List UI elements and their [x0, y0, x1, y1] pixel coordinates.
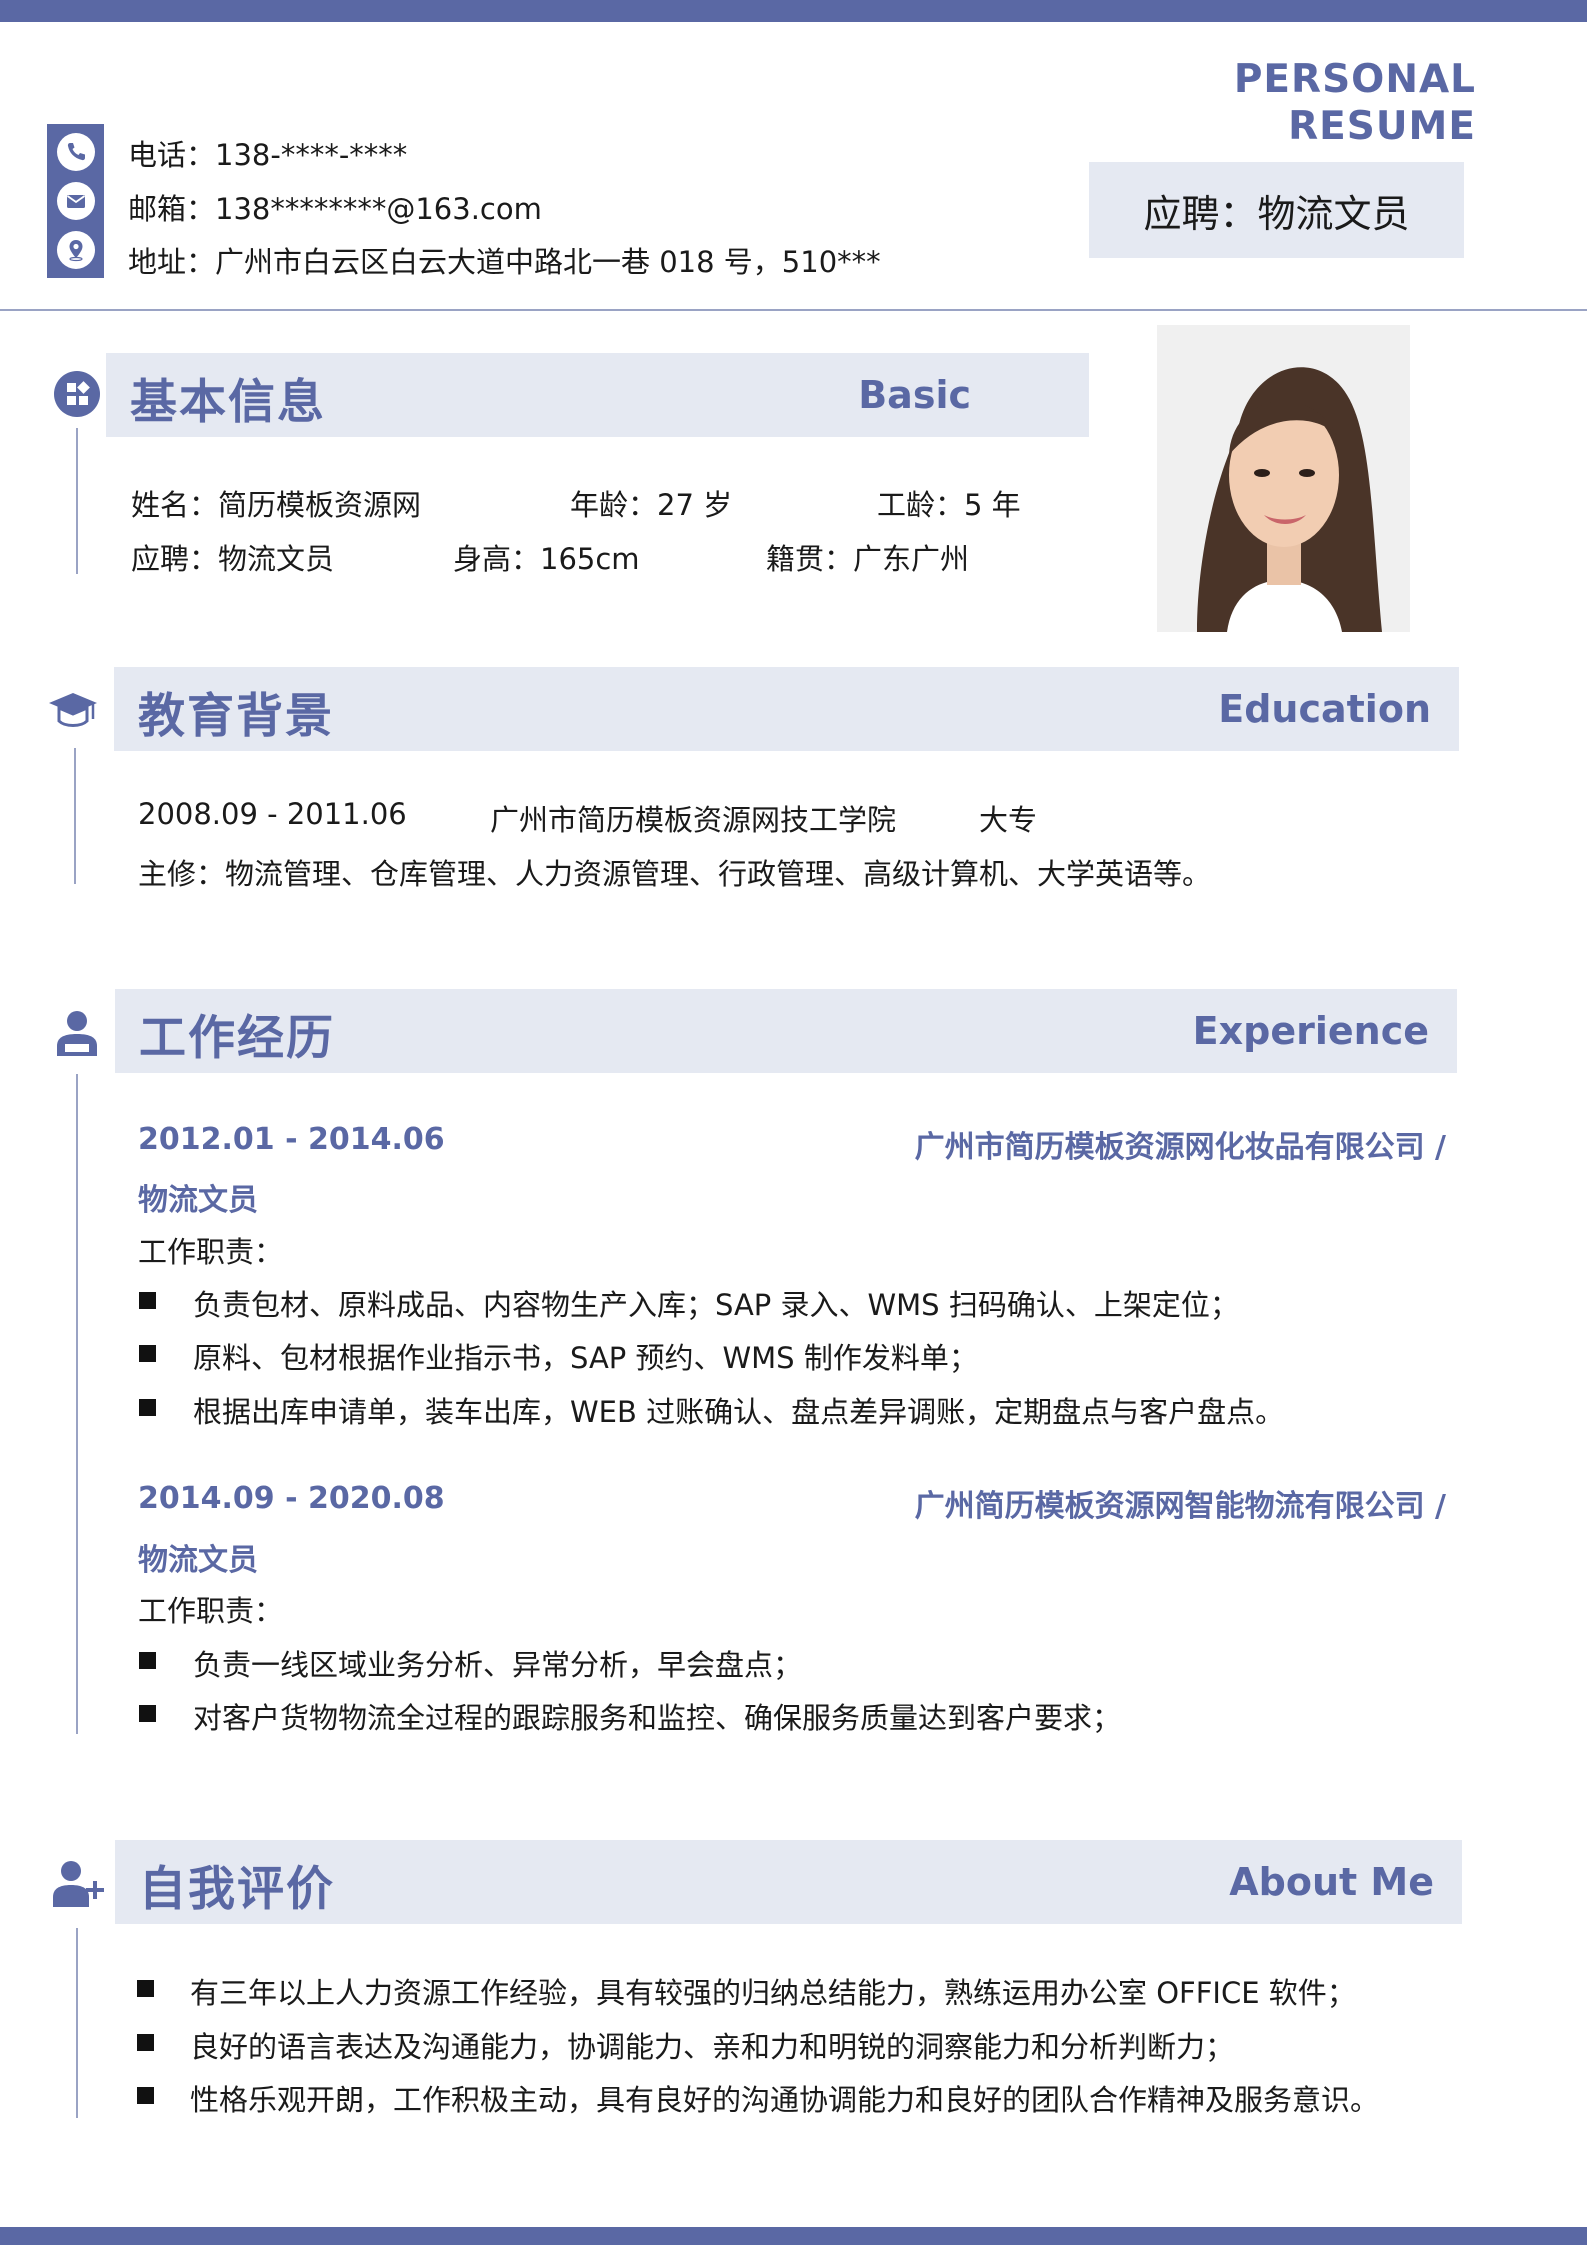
- about-timeline: [76, 1928, 78, 2118]
- about-header-band: 自我评价 About Me: [115, 1840, 1462, 1924]
- location-icon: [57, 231, 95, 269]
- header-divider: [0, 309, 1587, 311]
- duty-item: 负责一线区域业务分析、异常分析，早会盘点；: [193, 1648, 803, 1682]
- bullet-icon: [139, 1345, 156, 1362]
- about-item: 良好的语言表达及沟通能力，协调能力、亲和力和明锐的洞察能力和分析判断力；: [190, 2030, 1235, 2064]
- duty-item: 根据出库申请单，装车出库，WEB 过账确认、盘点差异调账，定期盘点与客户盘点。: [193, 1395, 1285, 1429]
- basic-age: 年龄：27 岁: [570, 488, 733, 522]
- about-item: 有三年以上人力资源工作经验，具有较强的归纳总结能力，熟练运用办公室 OFFICE…: [190, 1976, 1356, 2010]
- contact-address: 地址：广州市白云区白云大道中路北一巷 018 号，510***: [128, 245, 881, 279]
- education-title-cn: 教育背景: [138, 689, 334, 744]
- duty-label: 工作职责：: [138, 1594, 284, 1628]
- bottom-accent-bar: [0, 2227, 1587, 2245]
- education-major: 主修：物流管理、仓库管理、人力资源管理、行政管理、高级计算机、大学英语等。: [138, 857, 1212, 891]
- bullet-icon: [139, 1399, 156, 1416]
- basic-height: 身高：165cm: [453, 542, 640, 576]
- bullet-icon: [137, 2034, 154, 2051]
- experience-title-en: Experience: [1192, 1009, 1429, 1053]
- basic-origin: 籍贯：广东广州: [766, 542, 970, 576]
- about-title-cn: 自我评价: [139, 1862, 335, 1917]
- bullet-icon: [139, 1705, 156, 1722]
- basic-title-cn: 基本信息: [130, 375, 326, 430]
- bullet-icon: [137, 2087, 154, 2104]
- duty-item: 原料、包材根据作业指示书，SAP 预约、WMS 制作发料单；: [193, 1341, 978, 1375]
- top-accent-bar: [0, 0, 1587, 22]
- graduation-cap-icon: [47, 689, 99, 737]
- add-user-icon: [53, 1859, 109, 1913]
- education-title-en: Education: [1218, 687, 1431, 731]
- mail-icon: [57, 182, 95, 220]
- education-degree: 大专: [979, 803, 1038, 837]
- duty-label: 工作职责：: [138, 1235, 284, 1269]
- bullet-icon: [137, 1980, 154, 1997]
- duty-item: 对客户货物物流全过程的跟踪服务和监控、确保服务质量达到客户要求；: [193, 1701, 1122, 1735]
- basic-timeline: [76, 428, 78, 574]
- education-period: 2008.09 - 2011.06: [138, 797, 407, 831]
- person-icon: [53, 1008, 101, 1062]
- job-period: 2012.01 - 2014.06: [138, 1122, 445, 1157]
- resume-title: PERSONAL RESUME: [1233, 57, 1517, 149]
- basic-position: 应聘：物流文员: [131, 542, 335, 576]
- experience-timeline: [76, 1074, 78, 1734]
- education-header-band: 教育背景 Education: [114, 667, 1459, 751]
- duty-item: 负责包材、原料成品、内容物生产入库；SAP 录入、WMS 扫码确认、上架定位；: [193, 1288, 1239, 1322]
- education-school: 广州市简历模板资源网技工学院: [490, 803, 897, 837]
- about-item: 性格乐观开朗，工作积极主动，具有良好的沟通协调能力和良好的团队合作精神及服务意识…: [190, 2083, 1380, 2117]
- job-role: 物流文员: [138, 1543, 258, 1578]
- job-company: 广州简历模板资源网智能物流有限公司 /: [914, 1489, 1446, 1524]
- bullet-icon: [139, 1652, 156, 1669]
- about-title-en: About Me: [1229, 1860, 1434, 1904]
- basic-icon: [53, 370, 101, 422]
- bullet-icon: [139, 1292, 156, 1309]
- basic-name: 姓名：简历模板资源网: [131, 488, 422, 522]
- apply-position-box: 应聘：物流文员: [1089, 162, 1464, 258]
- job-company: 广州市简历模板资源网化妆品有限公司 /: [914, 1130, 1446, 1165]
- job-period: 2014.09 - 2020.08: [138, 1481, 445, 1516]
- experience-title-cn: 工作经历: [139, 1011, 335, 1066]
- basic-title-en: Basic: [858, 373, 971, 417]
- education-timeline: [74, 748, 76, 884]
- experience-header-band: 工作经历 Experience: [115, 989, 1457, 1073]
- job-role: 物流文员: [138, 1183, 258, 1218]
- basic-work-years: 工龄：5 年: [877, 488, 1021, 522]
- contact-email: 邮箱：138********@163.com: [128, 192, 542, 226]
- phone-icon: [57, 133, 95, 171]
- contact-icon-strip: [47, 124, 104, 278]
- basic-header-band: 基本信息 Basic: [106, 353, 1089, 437]
- contact-phone: 电话：138-****-****: [128, 138, 408, 172]
- profile-photo: [1157, 325, 1410, 632]
